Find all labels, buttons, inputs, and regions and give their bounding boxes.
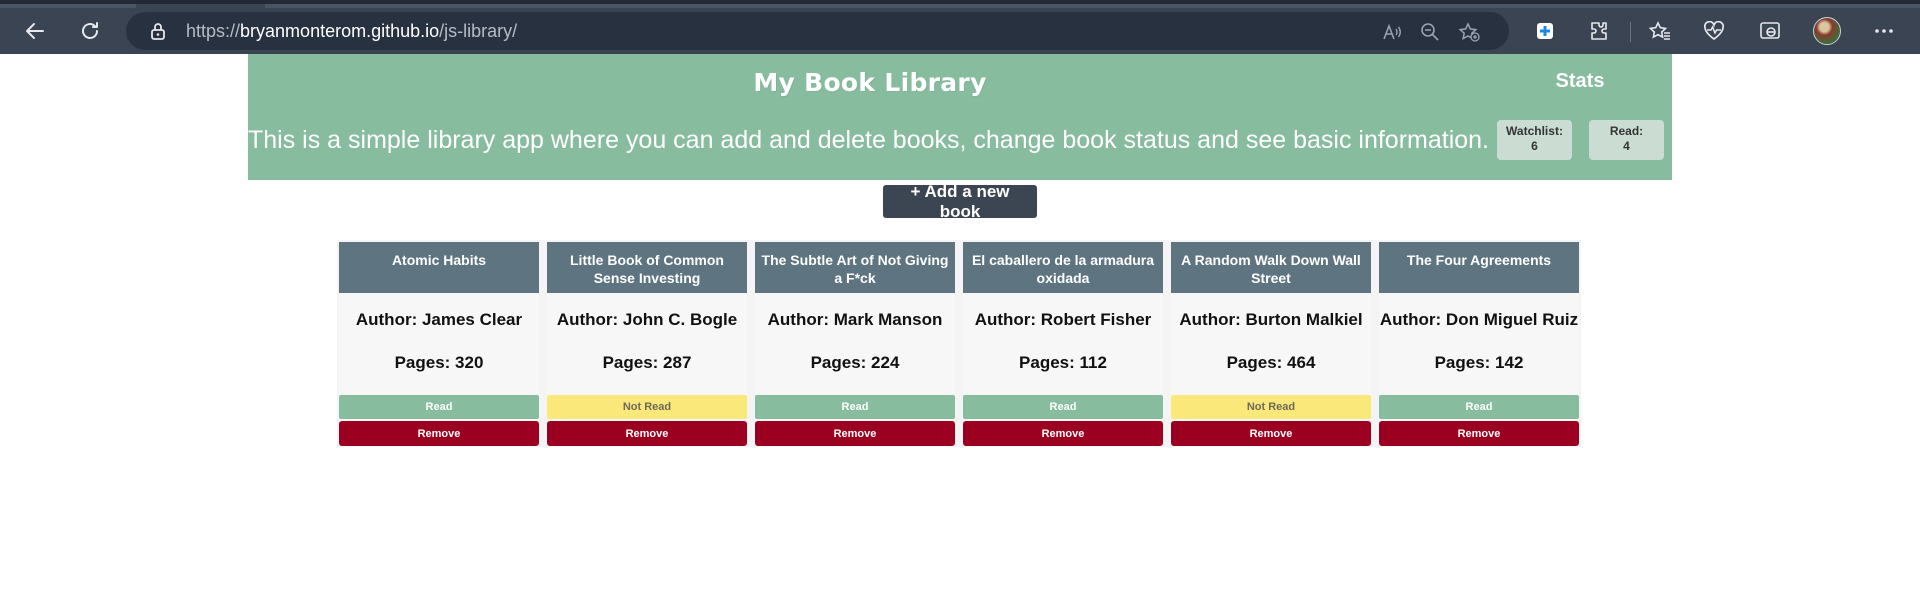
read-status-button[interactable]: Read [339,395,539,419]
read-status-button[interactable]: Read [755,395,955,419]
book-card: El caballero de la armadura oxidada Auth… [963,242,1163,446]
book-author: Author: Robert Fisher [974,310,1152,329]
back-arrow-icon[interactable] [20,16,50,46]
book-pages: Pages: 224 [810,353,900,372]
watchlist-count: 6 [1531,139,1538,153]
book-card: Little Book of Common Sense Investing Au… [547,242,747,446]
remove-button[interactable]: Remove [755,421,955,446]
book-title: Little Book of Common Sense Investing [547,242,747,293]
profile-avatar[interactable] [1813,17,1841,45]
book-title: The Subtle Art of Not Giving a F*ck [755,242,955,293]
book-title: The Four Agreements [1379,242,1579,293]
address-bar[interactable]: https://bryanmonterom.github.io/js-libra… [126,12,1509,50]
remove-button[interactable]: Remove [1379,421,1579,446]
book-card: A Random Walk Down Wall Street Author: B… [1171,242,1371,446]
book-pages: Pages: 464 [1226,353,1316,372]
book-author: Author: Burton Malkiel [1179,310,1363,329]
book-grid: Atomic Habits Author: James Clear Pages:… [337,240,1581,447]
extension-icon[interactable] [1532,18,1558,44]
remove-button[interactable]: Remove [963,421,1163,446]
ie-mode-icon[interactable] [1757,18,1783,44]
remove-button[interactable]: Remove [1171,421,1371,446]
tab-strip [0,4,136,8]
book-pages: Pages: 320 [394,353,484,372]
book-pages: Pages: 142 [1434,353,1524,372]
lock-icon[interactable] [150,22,166,45]
book-author: Author: James Clear [355,310,523,329]
url-path: /js-library/ [439,21,518,41]
browser-essentials-icon[interactable] [1701,18,1727,44]
book-title: El caballero de la armadura oxidada [963,242,1163,293]
library-header: My Book Library This is a simple library… [248,54,1672,180]
book-pages: Pages: 287 [602,353,692,372]
watchlist-label: Watchlist: [1506,124,1563,138]
add-book-button[interactable]: + Add a new book [883,182,1037,221]
book-card: The Subtle Art of Not Giving a F*ck Auth… [755,242,955,446]
book-card: Atomic Habits Author: James Clear Pages:… [339,242,539,446]
read-stat: Read: 4 [1589,120,1664,160]
toolbar-divider [1630,22,1631,42]
page-title: My Book Library [753,68,987,97]
more-icon[interactable] [1871,18,1897,44]
url-scheme: https:// [186,21,241,41]
book-title: A Random Walk Down Wall Street [1171,242,1371,293]
book-author: Author: John C. Bogle [556,310,738,329]
stats-title: Stats [1555,70,1605,92]
book-author: Author: Mark Manson [767,310,943,329]
url-text[interactable]: https://bryanmonterom.github.io/js-libra… [186,21,517,42]
browser-toolbar: https://bryanmonterom.github.io/js-libra… [0,0,1920,54]
extensions-icon[interactable] [1586,18,1612,44]
remove-button[interactable]: Remove [547,421,747,446]
book-author: Author: Don Miguel Ruiz [1379,310,1579,329]
read-aloud-icon[interactable] [1381,21,1403,43]
book-card: The Four Agreements Author: Don Miguel R… [1379,242,1579,446]
read-count: 4 [1623,139,1630,153]
read-label: Read: [1609,124,1644,138]
page-description: This is a simple library app where you c… [248,126,1490,154]
book-title: Atomic Habits [339,242,539,293]
read-status-button[interactable]: Read [963,395,1163,419]
url-host: bryanmonterom.github.io [240,21,440,41]
zoom-out-icon[interactable] [1419,21,1441,43]
favorites-icon[interactable] [1647,18,1673,44]
tab-strip [265,4,1920,8]
read-status-button[interactable]: Not Read [1171,395,1371,419]
reload-icon[interactable] [75,16,105,46]
book-pages: Pages: 112 [1019,353,1107,372]
add-favorite-icon[interactable] [1458,21,1480,43]
remove-button[interactable]: Remove [339,421,539,446]
read-status-button[interactable]: Not Read [547,395,747,419]
watchlist-stat: Watchlist: 6 [1497,120,1572,160]
read-status-button[interactable]: Read [1379,395,1579,419]
